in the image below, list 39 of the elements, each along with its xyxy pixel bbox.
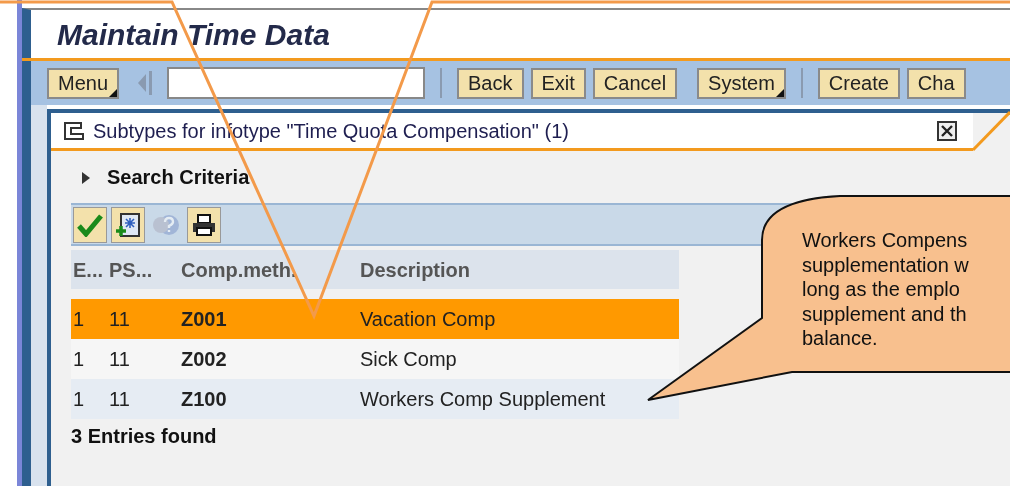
dialog-icon — [63, 120, 85, 141]
table-cell-text: Workers Comp Supplement — [360, 387, 607, 412]
section-heading: Search Criteria — [107, 165, 250, 190]
table-cell-text: Z002 — [181, 347, 228, 372]
column-header: Description — [360, 257, 472, 283]
column-header: PS... — [109, 257, 154, 283]
toolbar-button[interactable]: Create — [817, 67, 900, 99]
command-field[interactable] — [167, 67, 426, 99]
toolbar-button[interactable]: Exit — [530, 67, 586, 99]
column-header: E... — [72, 257, 104, 283]
new-entry-button[interactable] — [111, 206, 145, 243]
close-button[interactable] — [937, 120, 957, 141]
checkmark-button[interactable] — [73, 206, 107, 243]
table-cell-text: 1 — [72, 307, 86, 332]
toolbar-button[interactable]: Cha — [906, 67, 966, 99]
table-row[interactable]: 1 11 Z001 Vacation Comp — [71, 299, 679, 339]
table-cell-text: 11 — [109, 307, 131, 332]
callout-text: supplement and th — [802, 301, 968, 326]
table-cell-text: 1 — [72, 347, 86, 372]
callout-text: long as the emplo — [802, 277, 961, 302]
table-cell-text: 11 — [109, 347, 131, 372]
print-button[interactable] — [187, 206, 221, 243]
toolbar-button[interactable]: Back — [457, 67, 524, 99]
callout-text: supplementation w — [802, 252, 970, 277]
entries-count: 3 Entries found — [71, 424, 218, 449]
table-cell-text: Z001 — [181, 307, 228, 332]
toolbar-button[interactable]: Cancel — [592, 67, 678, 99]
table-row[interactable]: 1 11 Z100 Workers Comp Supplement — [71, 379, 679, 419]
callout-text: Workers Compens — [802, 228, 969, 253]
callout-text: balance. — [802, 326, 879, 351]
table-cell-text: Z100 — [181, 387, 228, 412]
toolbar-button[interactable]: System — [697, 67, 786, 99]
table-cell-text: Vacation Comp — [360, 307, 497, 332]
table-row[interactable]: 1 11 Z002 Sick Comp — [71, 339, 679, 379]
table-cell-text: Sick Comp — [360, 347, 458, 372]
toolbar-button[interactable]: Menu — [47, 67, 120, 99]
window-title: Maintain Time Data — [57, 16, 330, 53]
table-cell-text: 11 — [109, 387, 131, 412]
table-cell-text: 1 — [72, 387, 86, 412]
